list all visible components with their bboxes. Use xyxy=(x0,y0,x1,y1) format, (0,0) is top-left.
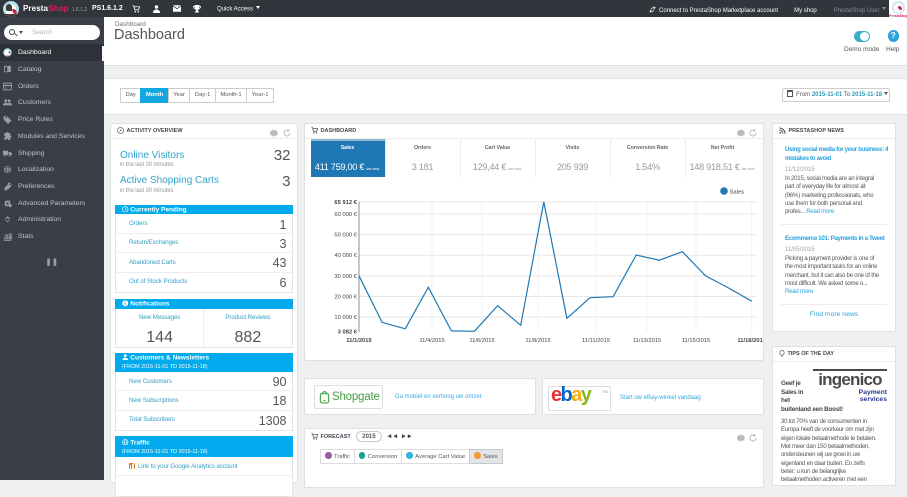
svg-text:40 000 €: 40 000 € xyxy=(334,253,357,259)
svg-text:11/8/2015: 11/8/2015 xyxy=(525,338,550,344)
svg-text:Sales: Sales xyxy=(730,189,745,195)
svg-text:11/6/2015: 11/6/2015 xyxy=(469,338,494,344)
svg-text:20 000 €: 20 000 € xyxy=(334,294,357,300)
svg-text:11/15/2015: 11/15/2015 xyxy=(682,338,711,344)
svg-text:11/4/2015: 11/4/2015 xyxy=(419,338,444,344)
svg-text:11/13/2015: 11/13/2015 xyxy=(633,338,662,344)
svg-text:30 000 €: 30 000 € xyxy=(334,274,357,280)
svg-text:11/18/2015: 11/18/2015 xyxy=(737,338,764,344)
svg-text:10 000 €: 10 000 € xyxy=(334,315,357,321)
svg-text:11/11/2015: 11/11/2015 xyxy=(582,338,610,344)
svg-text:50 000 €: 50 000 € xyxy=(334,233,357,239)
svg-text:60 000 €: 60 000 € xyxy=(334,212,357,218)
svg-text:3 082 €: 3 082 € xyxy=(338,329,358,335)
svg-text:65 912 €: 65 912 € xyxy=(334,200,357,206)
svg-text:11/1/2015: 11/1/2015 xyxy=(346,338,372,344)
